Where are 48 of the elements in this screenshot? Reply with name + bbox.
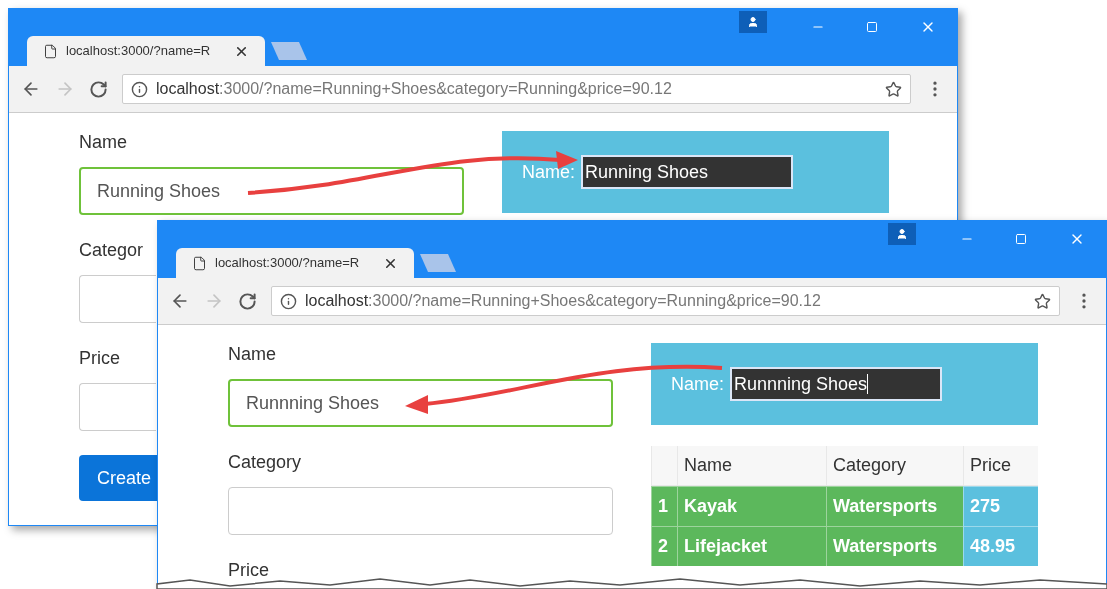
table-cell: 1 xyxy=(651,486,677,526)
name-input-field[interactable]: Running Shoes xyxy=(581,155,793,189)
field-label: Name xyxy=(228,343,276,365)
page-icon xyxy=(192,255,207,271)
address-field[interactable]: localhost:3000/?name=Running+Shoes&category=Running&price=90.12 xyxy=(121,74,911,104)
field-label: Categor xyxy=(79,239,144,261)
text-caret xyxy=(867,374,869,394)
address-field[interactable]: localhost:3000/?name=Running+Shoes&category=Running&price=90.12 xyxy=(270,286,1060,316)
field-label: Price xyxy=(79,347,120,369)
table-cell: Watersports xyxy=(826,526,963,566)
text-input-field[interactable] xyxy=(79,383,156,431)
star-icon[interactable] xyxy=(1034,292,1051,310)
info-icon[interactable] xyxy=(130,80,148,98)
browser-tab[interactable]: localhost:3000/?name=R xyxy=(27,36,265,66)
table-cell: 275 xyxy=(963,486,1038,526)
table-cell: 2 xyxy=(651,526,677,566)
create-button[interactable]: Create xyxy=(79,455,159,501)
field-label: Price xyxy=(228,559,269,581)
tab-title: localhost:3000/?name=R xyxy=(215,254,360,273)
reload-icon[interactable] xyxy=(88,79,108,99)
user-icon xyxy=(896,228,908,240)
table-cell: Kayak xyxy=(677,486,826,526)
text-input-field[interactable] xyxy=(79,275,156,323)
profile-button[interactable] xyxy=(739,11,767,33)
column-header: Name xyxy=(677,446,826,485)
text-input-field[interactable]: Running Shoes xyxy=(79,167,464,215)
tab-title: localhost:3000/?name=R xyxy=(66,42,211,61)
text-input-field[interactable] xyxy=(228,487,613,535)
field-label: Name xyxy=(79,131,127,153)
info-icon[interactable] xyxy=(279,292,297,310)
name-input-field[interactable]: Runnning Shoes xyxy=(730,367,942,401)
panel-label: Name: xyxy=(522,160,575,184)
table-cell: Lifejacket xyxy=(677,526,826,566)
text-input-field[interactable]: Runnning Shoes xyxy=(228,379,613,427)
table-cell: 48.95 xyxy=(963,526,1038,566)
user-icon xyxy=(747,16,759,28)
page-icon xyxy=(43,43,58,59)
star-icon[interactable] xyxy=(885,80,902,98)
profile-button[interactable] xyxy=(888,223,916,245)
maximize-icon xyxy=(1015,233,1027,245)
field-label: Category xyxy=(228,451,302,473)
column-header: Category xyxy=(826,446,963,485)
panel-label: Name: xyxy=(671,372,724,396)
table-cell: Watersports xyxy=(826,486,963,526)
browser-tab[interactable]: localhost:3000/?name=R xyxy=(176,248,414,278)
maximize-icon xyxy=(866,21,878,33)
reload-icon[interactable] xyxy=(237,291,257,311)
column-header: Price xyxy=(963,446,1038,485)
